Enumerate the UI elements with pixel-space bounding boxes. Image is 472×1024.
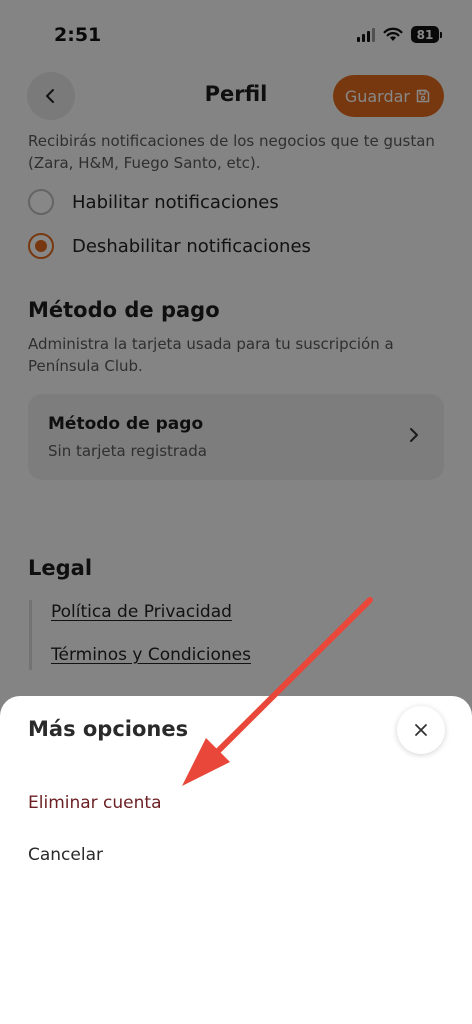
sheet-title: Más opciones <box>28 717 189 741</box>
close-icon <box>415 724 427 736</box>
delete-account-option[interactable]: Eliminar cuenta <box>28 793 162 813</box>
cancel-option[interactable]: Cancelar <box>28 845 103 865</box>
close-button[interactable] <box>397 706 445 754</box>
more-options-sheet: Más opciones Eliminar cuenta Cancelar <box>0 696 472 1024</box>
